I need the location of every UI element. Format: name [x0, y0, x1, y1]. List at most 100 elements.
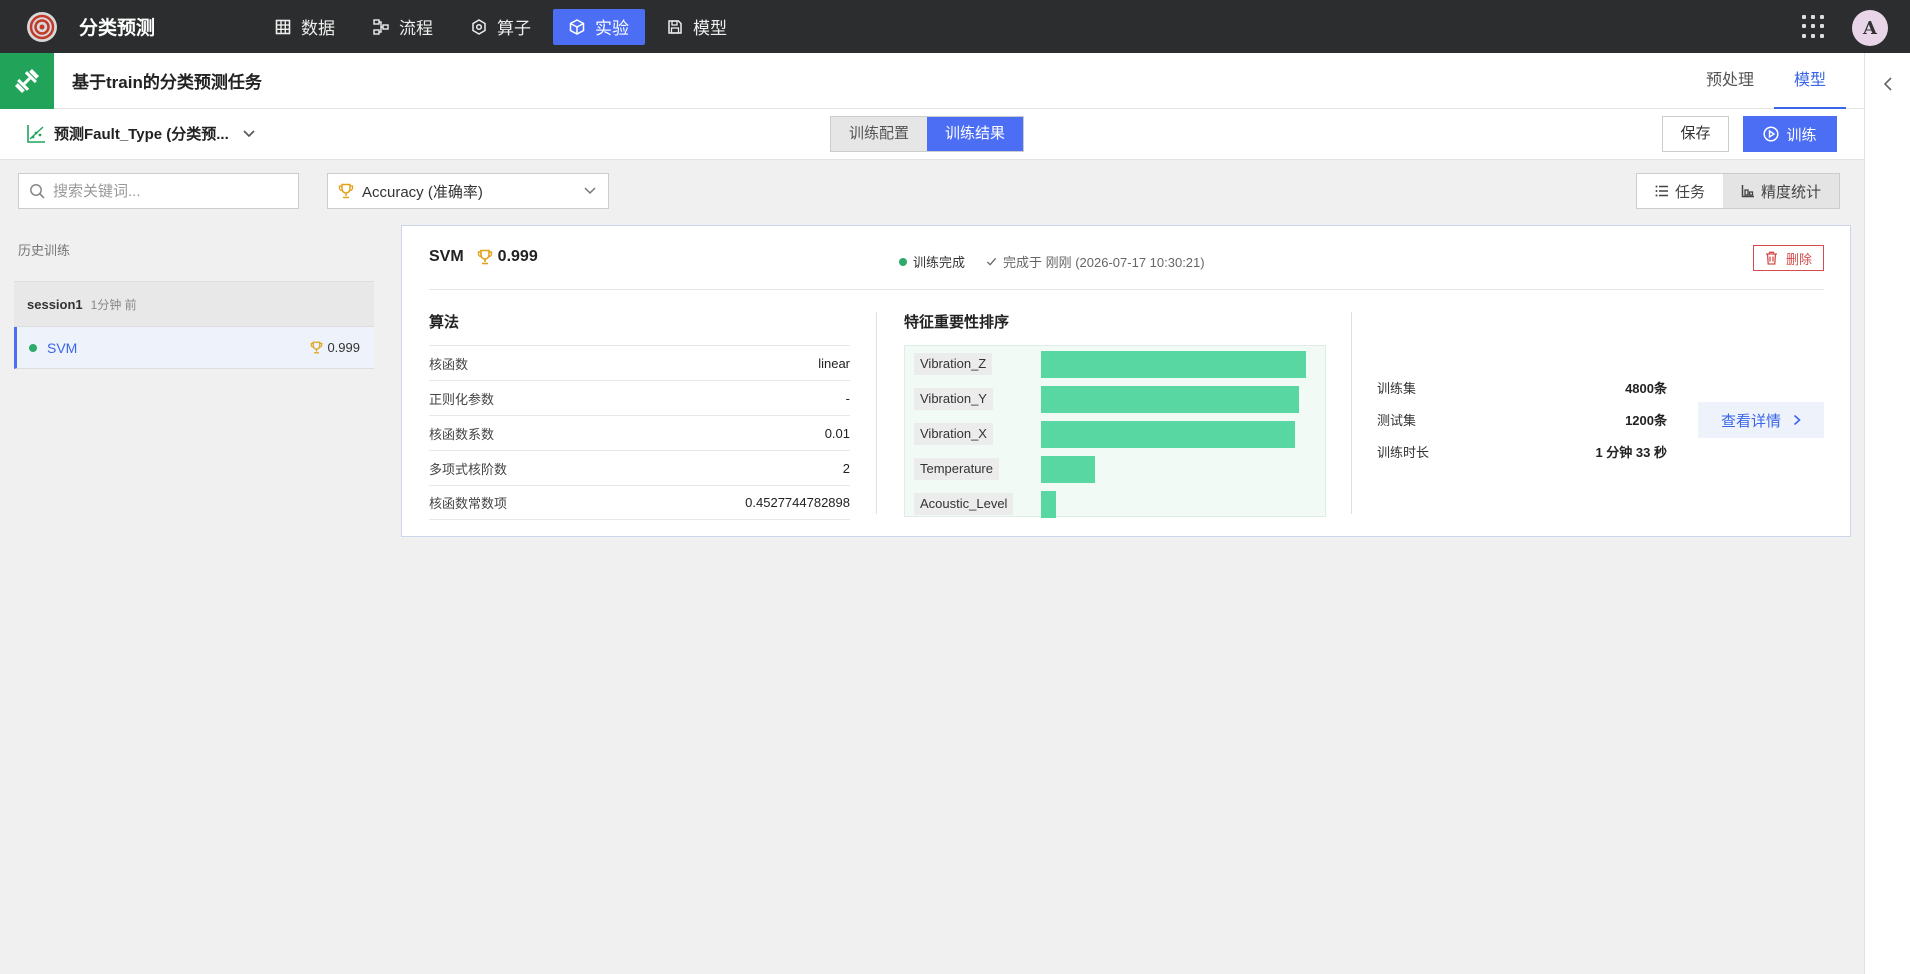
check-icon: [986, 257, 997, 266]
delete-label: 删除: [1785, 251, 1812, 267]
feature-importance-chart: Vibration_Z Vibration_Y Vibration_X Tempera…: [904, 345, 1326, 518]
app-logo[interactable]: [22, 7, 62, 47]
train-button-label: 训练: [1786, 126, 1817, 144]
chevron-down-icon: [584, 187, 596, 195]
page-title: 基于train的分类预测任务: [72, 73, 262, 92]
param-row: 多项式核阶数 2: [429, 450, 850, 485]
logo-icon: [27, 11, 57, 42]
apps-grid-icon[interactable]: [1802, 15, 1826, 39]
metric-select[interactable]: Accuracy (准确率): [327, 173, 609, 209]
status-dot: [29, 343, 37, 352]
stat-key: 训练时长: [1377, 444, 1430, 460]
task-header: 基于train的分类预测任务 预处理 模型: [0, 52, 1864, 109]
search-input[interactable]: [53, 182, 273, 200]
dataset-stats: 训练集 4800条测试集 1200条训练时长 1 分钟 33 秒: [1377, 371, 1667, 467]
param-row: 核函数系数 0.01: [429, 415, 850, 450]
divider: [1351, 312, 1352, 514]
save-button[interactable]: 保存: [1662, 116, 1729, 152]
result-card: SVM 0.999 训练完成 完成于 刚刚 (2026-07-17 10:30:…: [401, 225, 1851, 537]
nav-item-model[interactable]: 模型: [651, 9, 743, 45]
feature-label: Acoustic_Level: [914, 493, 1014, 515]
nav-item-operators[interactable]: 算子: [455, 9, 547, 45]
nav-label: 数据: [301, 19, 336, 38]
history-label: 历史训练: [18, 243, 71, 258]
feature-label: Vibration_X: [914, 423, 993, 445]
run-score: 0.999: [310, 340, 360, 355]
view-switch: 任务 精度统计: [1636, 173, 1841, 209]
train-button[interactable]: 训练: [1743, 116, 1837, 152]
bar-chart-icon: [1741, 185, 1755, 198]
main-nav: 数据 流程 算子 实验 模型: [259, 0, 749, 53]
nav-item-flow[interactable]: 流程: [357, 9, 449, 45]
param-value: 0.4527744782898: [745, 495, 850, 510]
param-table: 核函数 linear 正则化参数 - 核函数系数 0.01 多项式核阶数 2 核函数常数项 0.4…: [429, 345, 850, 520]
score: 0.999: [477, 248, 538, 266]
feature-bar: [1041, 386, 1299, 413]
tab-accuracy-stats[interactable]: 精度统计: [1723, 174, 1839, 208]
session-header[interactable]: session1 1分钟 前: [14, 281, 374, 327]
model-target-select[interactable]: 预测Fault_Type (分类预...: [26, 123, 263, 144]
run-name: SVM: [47, 339, 78, 356]
result-header: SVM 0.999: [429, 248, 538, 266]
chevron-right-icon: [1793, 414, 1801, 426]
trophy-icon: [311, 341, 323, 354]
stat-row: 训练时长 1 分钟 33 秒: [1377, 435, 1667, 467]
divider: [876, 312, 877, 514]
feature-bar: [1041, 456, 1095, 483]
tab-model[interactable]: 模型: [1773, 53, 1846, 109]
tab-preprocess[interactable]: 预处理: [1686, 53, 1774, 109]
feature-label: Vibration_Z: [914, 353, 993, 375]
task-tabs: 预处理 模型: [1686, 53, 1864, 109]
stat-value: 1 分钟 33 秒: [1595, 444, 1667, 460]
session-name: session1: [27, 296, 83, 312]
feature-row: Vibration_Z: [905, 346, 1325, 381]
score-value: 0.999: [497, 248, 538, 265]
scatter-chart-icon: [27, 124, 45, 143]
nav-label: 算子: [497, 19, 532, 38]
nav-label: 实验: [595, 19, 630, 38]
finished-time: 完成于 刚刚 (2026-07-17 10:30:21): [986, 252, 1205, 271]
divider: [429, 289, 1824, 290]
stat-row: 训练集 4800条: [1377, 371, 1667, 403]
tab-train-result[interactable]: 训练结果: [927, 117, 1024, 151]
avatar[interactable]: A: [1852, 10, 1888, 46]
nav-label: 流程: [399, 19, 434, 38]
delete-button[interactable]: 删除: [1753, 245, 1824, 271]
metric-label: Accuracy (准确率): [362, 183, 483, 201]
cube-icon: [569, 18, 585, 35]
feature-row: Temperature: [905, 451, 1325, 486]
param-value: -: [845, 390, 850, 406]
param-key: 核函数: [429, 356, 469, 372]
param-value: 0.01: [824, 425, 850, 441]
trophy-icon: [477, 249, 492, 265]
model-target-label: 预测Fault_Type (分类预...: [54, 126, 229, 143]
side-panel-toggle[interactable]: [1864, 53, 1910, 974]
status-badge: 训练完成: [899, 252, 965, 271]
feature-bar: [1041, 491, 1056, 518]
tab-accuracy-stats-label: 精度统计: [1761, 183, 1822, 201]
view-details-button[interactable]: 查看详情: [1698, 402, 1824, 438]
feature-row: Vibration_Y: [905, 381, 1325, 416]
param-key: 核函数系数: [429, 426, 495, 442]
algorithm-section-title: 算法: [429, 314, 460, 331]
trash-icon: [1765, 251, 1777, 265]
run-score-value: 0.999: [327, 340, 360, 355]
nav-item-experiment[interactable]: 实验: [553, 8, 646, 45]
feature-bar: [1041, 351, 1306, 378]
tab-tasks[interactable]: 任务: [1637, 174, 1724, 208]
session-time: 1分钟 前: [90, 297, 137, 312]
run-item-svm[interactable]: SVM 0.999: [14, 327, 374, 369]
stat-value: 4800条: [1625, 380, 1667, 396]
hexagon-icon: [472, 18, 486, 35]
tab-train-config[interactable]: 训练配置: [831, 117, 927, 151]
toolbar: 预测Fault_Type (分类预... 训练配置 训练结果 保存 训练: [0, 109, 1864, 160]
param-row: 核函数常数项 0.4527744782898: [429, 485, 850, 520]
search-box: [18, 173, 299, 209]
stat-key: 测试集: [1377, 412, 1417, 428]
stat-value: 1200条: [1625, 412, 1667, 428]
param-key: 正则化参数: [429, 391, 495, 407]
nav-item-data[interactable]: 数据: [259, 9, 351, 45]
chevron-left-icon: [1883, 77, 1892, 91]
status-dot: [899, 257, 907, 266]
table-icon: [275, 19, 291, 34]
